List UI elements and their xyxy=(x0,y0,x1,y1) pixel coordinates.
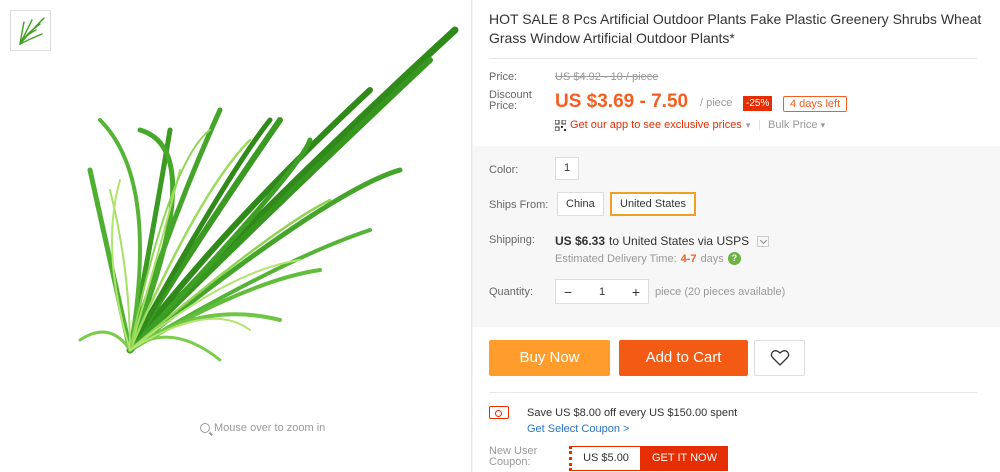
ships-from-label: Ships From: xyxy=(489,199,549,211)
divider xyxy=(489,392,977,393)
thumbnail-plant-image xyxy=(19,17,45,45)
new-user-coupon-label: New User Coupon: xyxy=(489,445,538,468)
magnifier-icon xyxy=(200,423,210,433)
divider xyxy=(489,58,977,59)
thumbnail[interactable] xyxy=(10,10,51,51)
delivery-days: 4-7 xyxy=(680,252,697,265)
color-label: Color: xyxy=(489,164,519,176)
delivery-estimate: Estimated Delivery Time: 4-7 days ? xyxy=(555,252,741,265)
delivery-label: Estimated Delivery Time: xyxy=(555,252,677,265)
quantity-available: piece (20 pieces available) xyxy=(655,286,786,298)
days-left-badge: 4 days left xyxy=(783,96,848,112)
bulk-price-label: Bulk Price xyxy=(768,119,818,131)
increase-quantity-button[interactable]: + xyxy=(624,284,648,300)
chevron-down-icon[interactable] xyxy=(757,235,770,247)
chevron-down-icon: ▾ xyxy=(820,120,826,130)
shipping-info: US $6.33 to United States via USPS xyxy=(555,234,770,248)
shipping-cost: US $6.33 xyxy=(555,234,606,248)
image-gallery: Mouse over to zoom in xyxy=(0,0,472,472)
color-option-1[interactable]: 1 xyxy=(555,157,579,180)
quantity-stepper: − 1 + xyxy=(555,279,649,304)
buy-now-button[interactable]: Buy Now xyxy=(489,340,610,376)
add-to-cart-button[interactable]: Add to Cart xyxy=(619,340,748,376)
ships-from-united-states[interactable]: United States xyxy=(610,192,697,216)
shipping-label: Shipping: xyxy=(489,234,535,246)
zoom-hint-text: Mouse over to zoom in xyxy=(214,422,326,434)
coupon-save-text: Save US $8.00 off every US $150.00 spent xyxy=(527,407,738,419)
original-price: US $4.92 - 10 / piece xyxy=(555,71,659,83)
coupon-icon xyxy=(489,406,509,419)
new-user-coupon-value: US $5.00 xyxy=(569,446,641,471)
help-icon[interactable]: ? xyxy=(727,252,741,265)
product-detail: HOT SALE 8 Pcs Artificial Outdoor Plants… xyxy=(473,0,1000,472)
per-unit-label: / piece xyxy=(700,97,733,109)
quantity-input[interactable]: 1 xyxy=(580,286,624,298)
discount-badge: -25% xyxy=(743,96,773,111)
discount-price-label: Discount Price: xyxy=(489,89,532,112)
app-promo-text: Get our app to see exclusive prices xyxy=(570,119,742,131)
app-promo-link[interactable]: Get our app to see exclusive prices ▾ xyxy=(555,119,750,131)
product-page: Mouse over to zoom in HOT SALE 8 Pcs Art… xyxy=(0,0,1000,472)
separator: | xyxy=(758,119,761,131)
main-plant-image[interactable] xyxy=(70,20,470,400)
get-coupon-link[interactable]: Get Select Coupon > xyxy=(527,423,629,435)
get-it-now-button[interactable]: GET IT NOW xyxy=(641,446,728,471)
wishlist-button[interactable] xyxy=(754,340,805,376)
delivery-unit: days xyxy=(700,252,724,265)
chevron-down-icon: ▾ xyxy=(745,119,751,130)
decrease-quantity-button[interactable]: − xyxy=(556,284,580,300)
bulk-price-dropdown[interactable]: Bulk Price ▾ xyxy=(768,119,825,131)
price-label: Price: xyxy=(489,71,518,83)
ships-from-china[interactable]: China xyxy=(557,192,604,216)
zoom-hint: Mouse over to zoom in xyxy=(200,422,325,434)
quantity-label: Quantity: xyxy=(489,286,534,298)
discount-price: US $3.69 - 7.50 xyxy=(555,91,689,112)
product-title: HOT SALE 8 Pcs Artificial Outdoor Plants… xyxy=(489,11,982,46)
shipping-destination: to United States via USPS xyxy=(609,234,750,248)
qr-code-icon xyxy=(555,119,566,131)
heart-icon xyxy=(770,350,789,366)
